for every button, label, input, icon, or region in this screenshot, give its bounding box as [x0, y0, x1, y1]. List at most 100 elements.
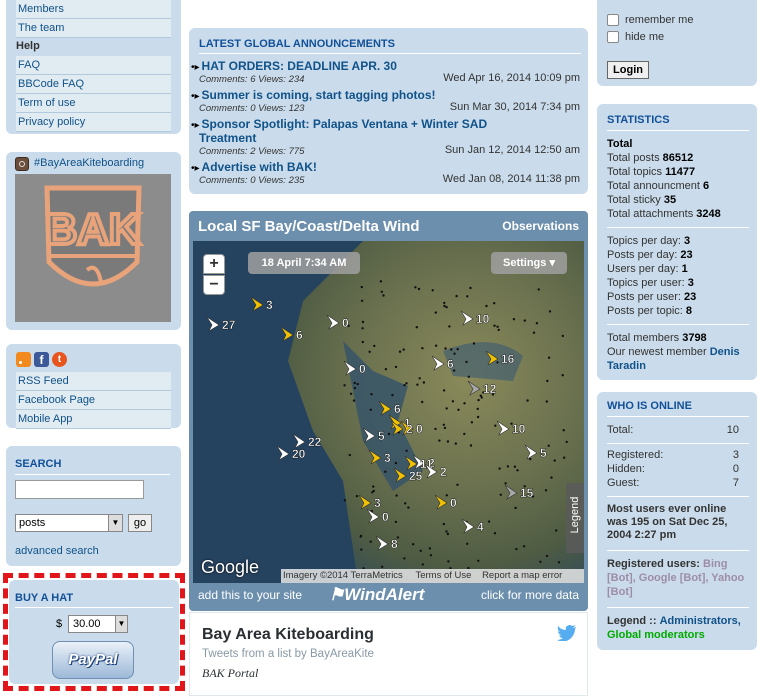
- help-link-faq[interactable]: FAQ: [16, 56, 171, 75]
- wind-station-marker[interactable]: 5: [362, 427, 385, 443]
- announcement-title[interactable]: HAT ORDERS: DEADLINE APR. 30: [202, 59, 397, 73]
- report-map-error-link[interactable]: Report a map error: [482, 570, 562, 581]
- mobile-app-link[interactable]: Mobile App: [16, 410, 171, 429]
- windalert-flag-icon: ⚑: [329, 585, 345, 604]
- station-dot: [546, 379, 549, 383]
- station-dot: [493, 532, 497, 535]
- legend-global-moderators-link[interactable]: Global moderators: [607, 629, 705, 641]
- wind-station-marker[interactable]: 6: [280, 326, 303, 342]
- wind-station-marker[interactable]: 8: [375, 535, 398, 551]
- station-dot: [434, 311, 437, 314]
- nav-link-members[interactable]: Members: [16, 0, 171, 19]
- station-dot: [391, 393, 394, 397]
- twitter-title[interactable]: Bay Area Kiteboarding: [202, 626, 374, 644]
- rss-feed-link[interactable]: RSS Feed: [16, 372, 171, 391]
- help-link-bbcode-faq[interactable]: BBCode FAQ: [16, 75, 171, 94]
- wind-map[interactable]: + − 18 April 7:34 AM Settings ▾ Legend 3…: [193, 241, 584, 583]
- twitter-author[interactable]: BAK Portal: [202, 666, 258, 681]
- add-to-site-link[interactable]: add this to your site: [198, 588, 302, 602]
- wind-speed-label: 10: [476, 312, 490, 326]
- more-data-link[interactable]: click for more data: [481, 588, 579, 602]
- announcement-title[interactable]: Summer is coming, start tagging photos!: [202, 88, 436, 102]
- station-dot: [445, 306, 448, 309]
- station-dot: [428, 547, 432, 550]
- station-dot: [370, 393, 373, 396]
- instagram-hashtag-link[interactable]: #BayAreaKiteboarding: [34, 157, 144, 169]
- wind-speed-label: 5: [540, 446, 547, 460]
- wind-station-marker[interactable]: 0: [366, 508, 389, 524]
- wind-station-marker[interactable]: 5: [524, 444, 547, 460]
- station-dot: [395, 494, 398, 497]
- wind-station-marker[interactable]: 25: [393, 467, 423, 483]
- station-dot: [443, 426, 447, 430]
- feeds-panel: f t RSS Feed Facebook Page Mobile App: [6, 344, 181, 429]
- wind-markers[interactable]: 32760 10166120621 0252220 3105112251530048: [193, 241, 584, 583]
- wind-station-marker[interactable]: 0: [343, 360, 366, 376]
- advanced-search-link[interactable]: advanced search: [15, 545, 99, 557]
- announcement-title[interactable]: Advertise with BAK!: [202, 160, 317, 174]
- stat-total-members: Total members 3798: [607, 332, 707, 344]
- wind-widget: Local SF Bay/Coast/Delta Wind Observatio…: [189, 211, 588, 611]
- station-dot: [465, 360, 468, 364]
- wind-speed-label: 0: [450, 496, 457, 510]
- search-go-button[interactable]: go: [128, 514, 152, 532]
- rss-icon[interactable]: [16, 352, 31, 367]
- facebook-icon[interactable]: f: [34, 352, 49, 367]
- station-dot: [555, 529, 558, 532]
- wind-station-marker[interactable]: 0: [434, 494, 457, 510]
- bak-logo-image[interactable]: BAK: [15, 174, 171, 322]
- legend-administrators-link[interactable]: Administrators,: [660, 615, 741, 627]
- observations-link[interactable]: Observations: [502, 219, 579, 233]
- help-link-privacy[interactable]: Privacy policy: [16, 113, 171, 132]
- wind-station-marker[interactable]: 16: [485, 350, 515, 366]
- wind-station-marker[interactable]: 10: [460, 310, 490, 326]
- announcement-item: •▸ HAT ORDERS: DEADLINE APR. 30 Comments:…: [189, 59, 588, 88]
- terms-of-use-link[interactable]: Terms of Use: [415, 570, 471, 581]
- help-link-terms[interactable]: Term of use: [16, 94, 171, 113]
- paypal-button[interactable]: PayPal: [52, 641, 134, 679]
- nav-link-team[interactable]: The team: [16, 19, 171, 38]
- bullet-icon: •▸: [191, 91, 200, 102]
- station-dot: [442, 423, 445, 426]
- wind-station-marker[interactable]: 27: [206, 316, 236, 332]
- wind-station-marker[interactable]: 2: [424, 463, 447, 479]
- wind-arrow-icon: [250, 296, 264, 312]
- search-type-select[interactable]: posts ▼: [15, 514, 123, 532]
- announcement-title-line2[interactable]: Treatment: [199, 131, 256, 145]
- station-dot: [485, 304, 488, 308]
- wind-station-marker[interactable]: 3: [358, 494, 381, 510]
- wind-station-marker[interactable]: 0: [326, 314, 349, 330]
- wind-station-marker[interactable]: 12: [467, 380, 497, 396]
- station-dot: [446, 532, 450, 536]
- hide-me-checkbox[interactable]: [607, 31, 619, 43]
- wind-station-marker[interactable]: 10: [496, 420, 526, 436]
- station-dot: [469, 444, 473, 447]
- station-dot: [343, 384, 346, 387]
- station-dot: [487, 520, 491, 523]
- login-button[interactable]: Login: [607, 61, 649, 79]
- wind-station-marker[interactable]: 15: [504, 484, 534, 500]
- wind-station-marker[interactable]: 6: [431, 355, 454, 371]
- station-dot: [443, 304, 446, 308]
- newest-member: Our newest member Denis Taradin: [607, 346, 740, 372]
- announcement-title[interactable]: Sponsor Spotlight: Palapas Ventana + Win…: [202, 117, 488, 131]
- wind-station-marker[interactable]: 20: [276, 445, 306, 461]
- station-dot: [418, 377, 421, 380]
- wind-station-marker[interactable]: 3: [250, 296, 273, 312]
- remember-me-checkbox[interactable]: [607, 14, 619, 26]
- wind-station-marker[interactable]: 6: [378, 400, 401, 416]
- station-dot: [516, 469, 519, 472]
- station-dot: [446, 440, 450, 443]
- wind-station-marker[interactable]: 4: [461, 518, 484, 534]
- wind-station-marker[interactable]: 3: [368, 449, 391, 465]
- hat-price-select[interactable]: 30.00 ▼: [68, 615, 128, 633]
- twitter-bird-icon[interactable]: [557, 625, 577, 641]
- windalert-brand[interactable]: ⚑WindAlert: [329, 585, 424, 605]
- station-dot: [394, 365, 398, 369]
- buy-hat-panel: BUY A HAT $ 30.00 ▼ PayPal: [9, 580, 179, 684]
- announcements-heading: LATEST GLOBAL ANNOUNCEMENTS: [199, 38, 395, 50]
- wind-station-marker[interactable]: 2: [390, 420, 413, 436]
- mobile-app-icon[interactable]: t: [52, 352, 67, 367]
- facebook-page-link[interactable]: Facebook Page: [16, 391, 171, 410]
- search-input[interactable]: [15, 480, 144, 499]
